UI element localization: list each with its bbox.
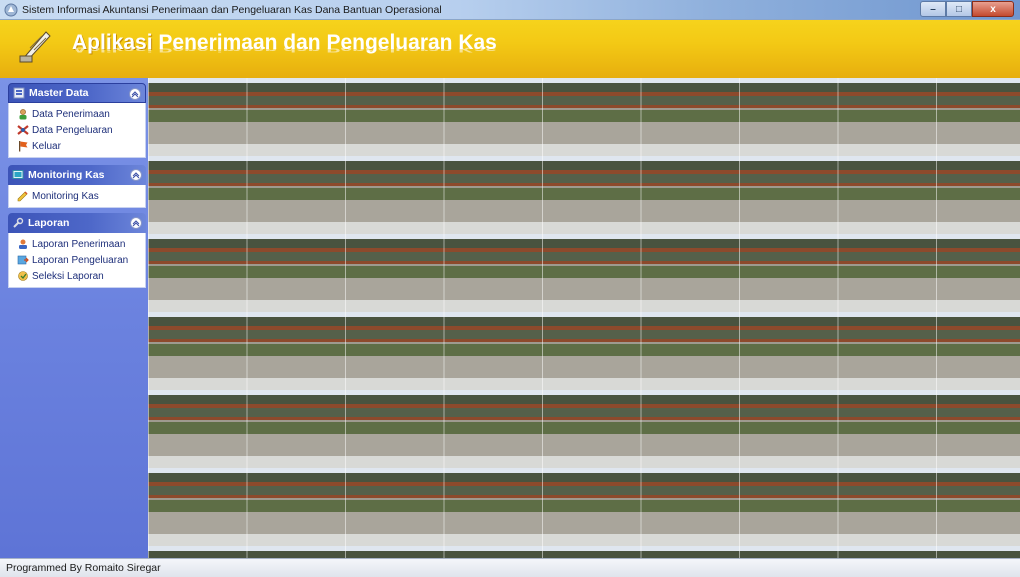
app-title-reflection: Aplikasi Penerimaan dan Pengeluaran Kas [72, 47, 497, 54]
maximize-button[interactable]: □ [946, 1, 972, 17]
app-icon [4, 3, 18, 16]
database-icon [13, 87, 25, 99]
status-text: Programmed By Romaito Siregar [6, 562, 161, 574]
window-controls: – □ x [920, 1, 1014, 17]
quill-pen-logo-icon [19, 31, 51, 63]
main-workspace [148, 78, 1020, 558]
sidebar-item-laporan-pengeluaran[interactable]: Laporan Pengeluaran [9, 252, 145, 268]
sidebar-item-data-pengeluaran[interactable]: Data Pengeluaran [9, 122, 145, 138]
sidebar-item-label: Data Pengeluaran [32, 124, 113, 136]
sidebar-item-label: Laporan Penerimaan [32, 238, 126, 250]
report-icon [19, 239, 27, 249]
sidebar-item-label: Seleksi Laporan [32, 270, 104, 282]
flag-icon [19, 141, 28, 152]
monitor-icon [12, 170, 24, 179]
chevron-up-icon[interactable] [130, 169, 142, 181]
sidebar: Master Data Data Penerimaan Data Pengelu… [0, 78, 148, 558]
money-icon [17, 125, 29, 135]
group-body-monitoring-kas: Monitoring Kas [8, 185, 146, 208]
sidebar-item-label: Data Penerimaan [32, 108, 110, 120]
sidebar-item-label: Keluar [32, 140, 61, 152]
sidebar-group-monitoring-kas: Monitoring Kas Monitoring Kas [8, 165, 146, 208]
group-body-master-data: Data Penerimaan Data Pengeluaran Keluar [8, 103, 146, 158]
header-banner: Aplikasi Penerimaan dan Pengeluaran Kas … [0, 20, 1020, 78]
pencil-icon [17, 191, 28, 202]
close-button[interactable]: x [972, 1, 1014, 17]
filter-icon [18, 271, 28, 281]
window-title: Sistem Informasi Akuntansi Penerimaan da… [22, 3, 442, 16]
group-header-laporan[interactable]: Laporan [8, 213, 146, 233]
window-titlebar: Sistem Informasi Akuntansi Penerimaan da… [0, 0, 1020, 20]
group-title-laporan: Laporan [28, 217, 70, 229]
sidebar-item-data-penerimaan[interactable]: Data Penerimaan [9, 106, 145, 122]
sidebar-item-laporan-penerimaan[interactable]: Laporan Penerimaan [9, 236, 145, 252]
chevron-up-icon[interactable] [130, 217, 142, 229]
sidebar-item-seleksi-laporan[interactable]: Seleksi Laporan [9, 268, 145, 284]
group-title-monitoring-kas: Monitoring Kas [28, 169, 105, 181]
sidebar-item-label: Monitoring Kas [32, 190, 99, 202]
sidebar-group-master-data: Master Data Data Penerimaan Data Pengelu… [8, 83, 146, 158]
group-body-laporan: Laporan Penerimaan Laporan Pengeluaran S… [8, 233, 146, 288]
sidebar-item-keluar[interactable]: Keluar [9, 138, 145, 154]
sidebar-item-label: Laporan Pengeluaran [32, 254, 129, 266]
sidebar-group-laporan: Laporan Laporan Penerimaan Laporan Penge… [8, 213, 146, 288]
sidebar-item-monitoring-kas[interactable]: Monitoring Kas [9, 188, 145, 204]
status-bar: Programmed By Romaito Siregar [0, 558, 1020, 577]
tools-icon [13, 217, 24, 228]
chevron-up-icon[interactable] [129, 88, 141, 100]
user-icon [19, 109, 27, 120]
minimize-button[interactable]: – [920, 1, 946, 17]
group-title-master-data: Master Data [29, 87, 89, 99]
tiled-school-building-photo [148, 78, 1020, 558]
group-header-master-data[interactable]: Master Data [8, 83, 146, 103]
group-header-monitoring-kas[interactable]: Monitoring Kas [8, 165, 146, 185]
report-out-icon [17, 255, 29, 265]
